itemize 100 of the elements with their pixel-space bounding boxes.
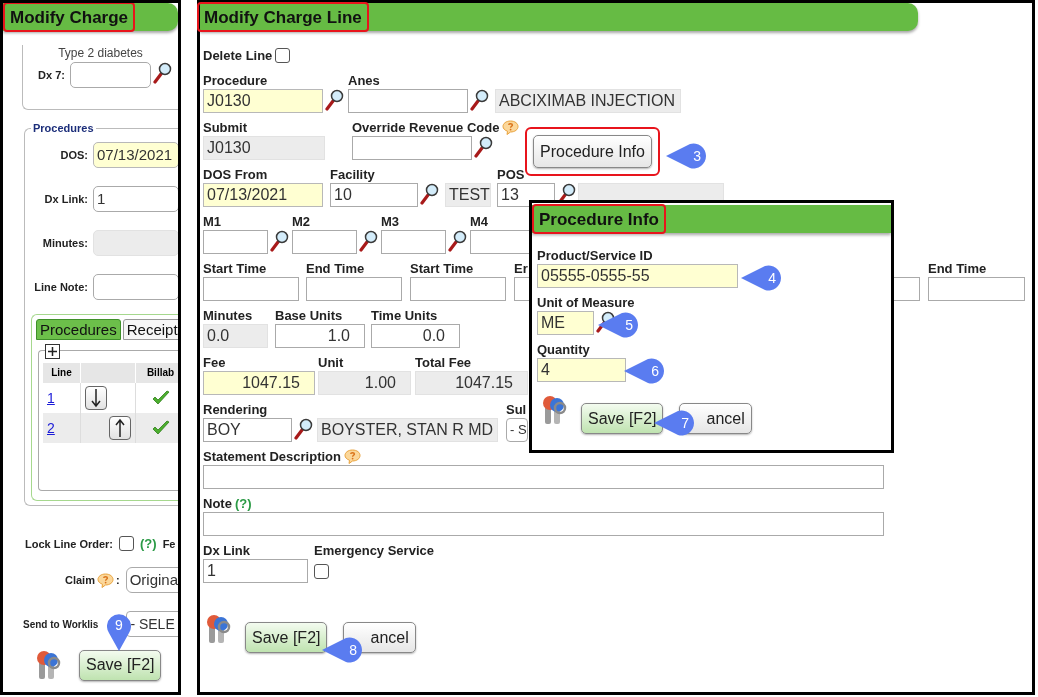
input-field[interactable]: ME xyxy=(537,311,594,335)
field-label: Fe xyxy=(162,537,176,550)
input-field[interactable]: 1 xyxy=(93,186,178,212)
field-label: End Time xyxy=(928,260,987,277)
input-field[interactable]: 05555-0555-55 xyxy=(537,264,738,288)
magnifier-icon[interactable] xyxy=(358,230,378,252)
field-label: Line Note: xyxy=(33,281,88,293)
input-field[interactable] xyxy=(410,277,506,301)
field-label: DOS: xyxy=(59,149,88,161)
arrow-up-icon xyxy=(114,418,126,438)
checkbox[interactable] xyxy=(275,48,291,63)
dropdown[interactable]: Origina xyxy=(125,567,178,593)
field-label: Base Units xyxy=(275,307,343,324)
input-field[interactable] xyxy=(352,136,472,160)
arrow-down-icon xyxy=(90,388,102,408)
field-label: Minutes xyxy=(203,307,253,324)
input-field[interactable] xyxy=(93,274,178,300)
input-field[interactable] xyxy=(203,465,884,489)
field-label: Claim xyxy=(65,574,95,586)
help-link[interactable]: (?) xyxy=(140,536,157,551)
magnifier-icon[interactable] xyxy=(293,418,313,440)
help-icon[interactable] xyxy=(502,120,520,135)
readonly-field: J0130 xyxy=(203,136,325,160)
dropdown[interactable]: - S xyxy=(506,418,528,442)
tab[interactable]: Procedures xyxy=(36,319,121,340)
field-label: Start Time xyxy=(203,260,267,277)
keys-icon[interactable] xyxy=(541,394,569,426)
field-label: Unit of Measure xyxy=(537,294,635,311)
field-label: Anes xyxy=(348,72,380,89)
diagnosis-text: Type 2 diabetes xyxy=(58,46,143,60)
input-field[interactable]: 1 xyxy=(203,559,308,583)
input-field[interactable] xyxy=(203,512,884,536)
field-label: End Time xyxy=(306,260,365,277)
checkbox[interactable] xyxy=(314,563,329,579)
help-icon[interactable] xyxy=(344,449,361,464)
window-title: Modify Charge Line xyxy=(197,2,369,32)
keys-icon[interactable] xyxy=(205,613,233,645)
input-field[interactable]: 4 xyxy=(537,358,626,382)
input-field[interactable]: 0.0 xyxy=(371,324,460,348)
input-field[interactable]: 1.0 xyxy=(275,324,365,348)
field-label: Dx Link: xyxy=(43,193,88,205)
check-icon xyxy=(151,390,170,406)
input-field[interactable] xyxy=(306,277,402,301)
input-field[interactable]: 07/13/2021 xyxy=(203,183,323,207)
field-label: Time Units xyxy=(371,307,438,324)
field-label: M2 xyxy=(292,213,311,230)
magnifier-icon[interactable] xyxy=(419,183,439,205)
save-button[interactable]: Save [F2] xyxy=(245,622,328,653)
field-label: Rendering xyxy=(203,401,268,418)
input-field[interactable]: 1047.15 xyxy=(203,371,315,395)
input-field[interactable]: 10 xyxy=(330,183,418,207)
save-button[interactable]: Save [F2] xyxy=(79,649,162,681)
input-field[interactable]: 07/13/2021 xyxy=(93,142,178,168)
field-label: Quantity xyxy=(537,341,590,358)
input-field[interactable] xyxy=(292,230,357,254)
field-label: Statement Description xyxy=(203,448,341,465)
input-field[interactable] xyxy=(203,277,299,301)
field-label: Send to Worklis xyxy=(23,618,99,630)
add-icon[interactable] xyxy=(45,344,60,359)
field-label: Procedure xyxy=(203,72,268,89)
field-label: Delete Line xyxy=(203,47,273,64)
input-field[interactable] xyxy=(203,230,268,254)
magnifier-icon[interactable] xyxy=(152,62,172,84)
input-field[interactable] xyxy=(348,89,468,113)
line-link[interactable]: 1 xyxy=(47,390,76,406)
input-field[interactable] xyxy=(381,230,446,254)
input-field[interactable] xyxy=(70,62,151,88)
field-label: Note xyxy=(203,495,232,512)
line-link[interactable]: 2 xyxy=(47,420,76,436)
magnifier-icon[interactable] xyxy=(269,230,289,252)
input-field[interactable] xyxy=(928,277,1025,301)
window-title: Modify Charge xyxy=(3,3,136,32)
help-link[interactable]: (?) xyxy=(234,495,252,512)
field-label: M1 xyxy=(203,213,222,230)
magnifier-icon[interactable] xyxy=(469,89,489,111)
magnifier-icon[interactable] xyxy=(473,136,493,158)
readonly-field: ABCIXIMAB INJECTION xyxy=(495,89,681,113)
checkbox[interactable] xyxy=(119,536,135,551)
help-icon[interactable] xyxy=(96,572,114,588)
move-down-button[interactable] xyxy=(85,386,107,410)
check-icon xyxy=(151,420,170,436)
magnifier-icon[interactable] xyxy=(324,89,344,111)
field-label: Override Revenue Code xyxy=(352,119,500,136)
keys-icon[interactable] xyxy=(35,649,63,681)
field-label: Sul xyxy=(506,401,527,418)
field-label: Unit xyxy=(318,354,344,371)
field-label: Total Fee xyxy=(415,354,472,371)
dropdown[interactable]: - SELE xyxy=(126,611,178,637)
section-title: Procedures xyxy=(32,122,95,134)
magnifier-icon[interactable] xyxy=(447,230,467,252)
field-label: Start Time xyxy=(410,260,474,277)
field-label: Facility xyxy=(330,166,375,183)
field-label: Emergency Service xyxy=(314,542,434,559)
input-field[interactable]: J0130 xyxy=(203,89,323,113)
save-button[interactable]: Save [F2] xyxy=(581,403,664,434)
window-title: Procedure Info xyxy=(532,204,666,234)
tab[interactable]: Receipt xyxy=(122,319,178,340)
move-up-button[interactable] xyxy=(109,416,131,440)
input-field[interactable]: BOY xyxy=(203,418,292,442)
procedure-info-button[interactable]: Procedure Info xyxy=(533,135,652,168)
